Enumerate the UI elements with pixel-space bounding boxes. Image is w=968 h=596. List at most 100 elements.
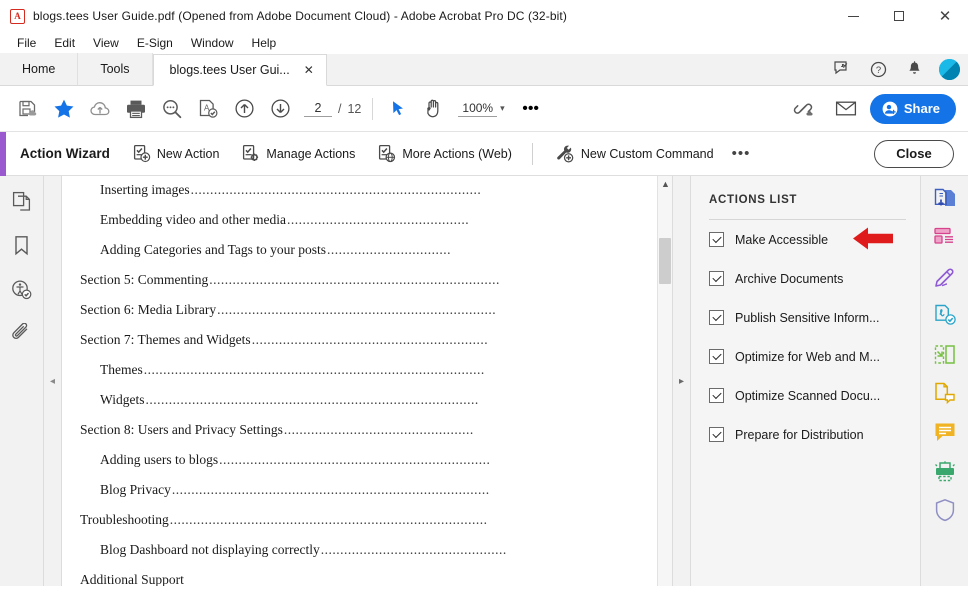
toc-entry-text: Blog Privacy — [100, 482, 171, 497]
new-custom-command-label: New Custom Command — [580, 146, 714, 161]
toc-entry: Troubleshooting.........................… — [80, 512, 654, 542]
action-item-optimize-scanned-documents[interactable]: Optimize Scanned Docu... — [709, 376, 920, 415]
help-icon[interactable]: ? — [867, 58, 889, 80]
zoom-level-value[interactable]: 100% — [458, 101, 498, 117]
chevron-down-icon[interactable]: ▾ — [500, 103, 505, 114]
edit-pdf-icon[interactable] — [931, 262, 959, 290]
right-tools-rail — [920, 176, 968, 586]
toc-entry: Section 7: Themes and Widgets...........… — [80, 332, 654, 362]
share-button[interactable]: Share — [869, 93, 956, 124]
toc-entry-text: Section 5: Commenting — [80, 272, 209, 287]
manage-actions-icon — [241, 144, 260, 163]
new-custom-command-button[interactable]: New Custom Command — [555, 144, 714, 163]
hand-tool-icon[interactable] — [416, 91, 452, 127]
toc-leader-dots: ........................................… — [286, 212, 470, 227]
toc-entry-text: Inserting images — [100, 182, 190, 197]
action-item-archive-documents[interactable]: Archive Documents — [709, 259, 920, 298]
window-title: blogs.tees User Guide.pdf (Opened from A… — [33, 9, 567, 23]
save-to-cloud-icon[interactable] — [10, 91, 46, 127]
comment-icon[interactable] — [931, 418, 959, 446]
action-item-make-accessible[interactable]: Make Accessible — [709, 220, 920, 259]
select-cursor-icon[interactable] — [380, 91, 416, 127]
page-number-input[interactable] — [304, 100, 332, 117]
combine-files-icon[interactable] — [931, 340, 959, 368]
user-avatar[interactable] — [939, 58, 960, 80]
next-page-icon[interactable] — [262, 91, 298, 127]
previous-page-icon[interactable] — [226, 91, 262, 127]
new-custom-command-icon — [555, 144, 575, 163]
accessibility-tags-icon[interactable] — [9, 276, 35, 302]
feedback-icon[interactable] — [831, 58, 853, 80]
fill-and-sign-icon[interactable] — [931, 301, 959, 329]
manage-actions-button[interactable]: Manage Actions — [241, 144, 355, 163]
action-wizard-accent-bar — [0, 131, 6, 176]
protect-icon[interactable] — [931, 496, 959, 524]
toc-entry: Section 5: Commenting...................… — [80, 272, 654, 302]
menu-window[interactable]: Window — [182, 34, 243, 52]
scroll-up-icon[interactable]: ▲ — [658, 176, 672, 191]
page-thumbnails-icon[interactable] — [9, 188, 35, 214]
new-action-button[interactable]: New Action — [132, 144, 220, 163]
chevron-right-icon[interactable]: ▸ — [679, 376, 684, 387]
document-vertical-scrollbar[interactable]: ▲ — [657, 176, 672, 586]
toc-entry-text: Themes — [100, 362, 143, 377]
checkbox-icon[interactable] — [709, 388, 724, 403]
attachments-icon[interactable] — [9, 320, 35, 346]
create-pdf-icon[interactable] — [931, 223, 959, 251]
page-total-count: 12 — [347, 101, 362, 116]
tab-home[interactable]: Home — [0, 53, 79, 85]
organize-pages-icon[interactable] — [931, 379, 959, 407]
menu-view[interactable]: View — [84, 34, 128, 52]
more-tools-icon[interactable]: ••• — [513, 91, 549, 127]
tab-tools[interactable]: Tools — [78, 53, 153, 85]
action-item-optimize-for-web-and-mobile[interactable]: Optimize for Web and M... — [709, 337, 920, 376]
notification-bell-icon[interactable] — [903, 58, 925, 80]
close-window-button[interactable]: ✕ — [922, 0, 968, 32]
checkbox-icon[interactable] — [709, 310, 724, 325]
toc-entry: Inserting images........................… — [80, 182, 654, 212]
checkbox-icon[interactable] — [709, 271, 724, 286]
action-item-label: Prepare for Distribution — [735, 427, 864, 442]
bookmarks-icon[interactable] — [9, 232, 35, 258]
action-item-label: Archive Documents — [735, 271, 844, 286]
checkbox-icon[interactable] — [709, 427, 724, 442]
page-navigation: / 12 — [304, 100, 362, 117]
action-wizard-overflow-icon[interactable]: ••• — [732, 145, 751, 162]
action-item-publish-sensitive-information[interactable]: Publish Sensitive Inform... — [709, 298, 920, 337]
scan-and-ocr-icon[interactable] — [931, 457, 959, 485]
checkbox-icon[interactable] — [709, 349, 724, 364]
red-pointer-arrow — [851, 225, 895, 254]
checkbox-icon[interactable] — [709, 232, 724, 247]
export-pdf-icon[interactable] — [931, 184, 959, 212]
close-action-wizard-button[interactable]: Close — [874, 139, 954, 168]
menu-file[interactable]: File — [8, 34, 45, 52]
minimize-button[interactable] — [830, 0, 876, 32]
menu-esign[interactable]: E-Sign — [128, 34, 182, 52]
toc-entry-text: Adding users to blogs — [100, 452, 219, 467]
maximize-button[interactable] — [876, 0, 922, 32]
right-panel-expand-strip[interactable]: ▸ — [672, 176, 690, 586]
print-icon[interactable] — [118, 91, 154, 127]
menu-edit[interactable]: Edit — [45, 34, 84, 52]
toc-entry: Section 8: Users and Privacy Settings ..… — [80, 422, 654, 452]
toc-entry: Embedding video and other media.........… — [80, 212, 654, 242]
accessibility-check-icon[interactable]: A — [190, 91, 226, 127]
actions-list-title: ACTIONS LIST — [709, 194, 798, 206]
star-icon[interactable] — [46, 91, 82, 127]
more-actions-web-button[interactable]: More Actions (Web) — [377, 144, 512, 163]
chevron-left-icon[interactable]: ◂ — [50, 376, 55, 387]
scrollbar-thumb[interactable] — [659, 238, 671, 284]
left-panel-collapse-strip[interactable]: ◂ — [44, 176, 62, 586]
action-item-prepare-for-distribution[interactable]: Prepare for Distribution — [709, 415, 920, 454]
manage-actions-label: Manage Actions — [266, 146, 356, 161]
email-icon[interactable] — [828, 91, 864, 127]
share-link-icon[interactable] — [786, 91, 822, 127]
new-action-label: New Action — [156, 146, 220, 161]
toc-entry-text: Section 7: Themes and Widgets — [80, 332, 251, 347]
tab-document[interactable]: blogs.tees User Gui... ✕ — [152, 54, 327, 86]
close-icon[interactable]: ✕ — [302, 63, 316, 77]
document-viewport[interactable]: Inserting images........................… — [62, 176, 672, 586]
upload-to-cloud-icon[interactable] — [82, 91, 118, 127]
search-icon[interactable] — [154, 91, 190, 127]
menu-help[interactable]: Help — [243, 34, 286, 52]
